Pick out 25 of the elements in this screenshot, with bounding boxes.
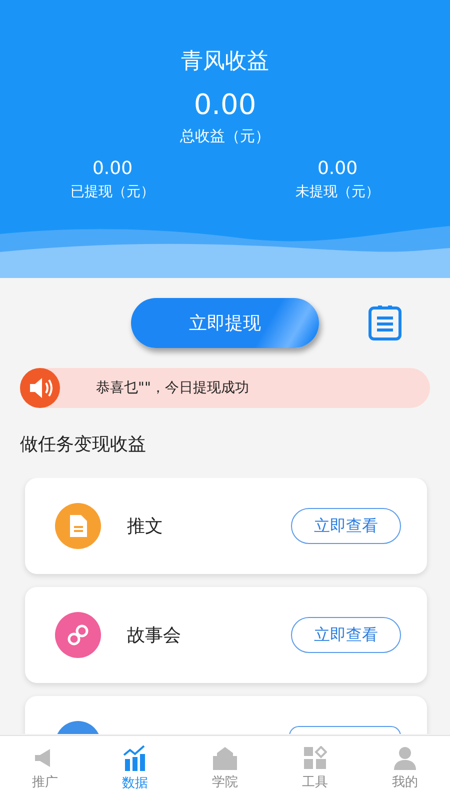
nav-tab[interactable]: 推广 <box>0 736 90 800</box>
task-title: 故事会 <box>127 624 182 647</box>
page-title: 青风收益 <box>181 48 269 76</box>
view-button[interactable]: 立即查看 <box>291 508 401 544</box>
stat-label: 未提现（元） <box>296 183 380 201</box>
nav-tab[interactable]: 我的 <box>360 736 450 800</box>
nav-tab[interactable]: 数据 <box>90 736 180 800</box>
bar-chart-icon <box>123 744 147 770</box>
building-icon <box>212 746 238 770</box>
task-title: 推文 <box>127 515 164 538</box>
withdraw-button[interactable]: 立即提现 <box>131 298 319 348</box>
person-icon <box>393 746 417 770</box>
total-amount: 0.00 <box>194 88 256 121</box>
section-title: 做任务变现收益 <box>20 433 147 456</box>
stat-value: 0.00 <box>317 158 358 179</box>
total-label: 总收益（元） <box>180 127 270 146</box>
nav-tab[interactable]: 学院 <box>180 736 270 800</box>
stat-label: 已提现（元） <box>70 183 154 201</box>
list-icon[interactable] <box>368 305 402 341</box>
stat-value: 0.00 <box>92 158 133 179</box>
notice-text: 恭喜乜""，今日提现成功 <box>96 379 249 397</box>
speaker-icon <box>20 368 60 408</box>
grid-icon <box>303 746 327 770</box>
nav-tab[interactable]: 工具 <box>270 736 360 800</box>
view-button[interactable]: 立即查看 <box>291 617 401 653</box>
